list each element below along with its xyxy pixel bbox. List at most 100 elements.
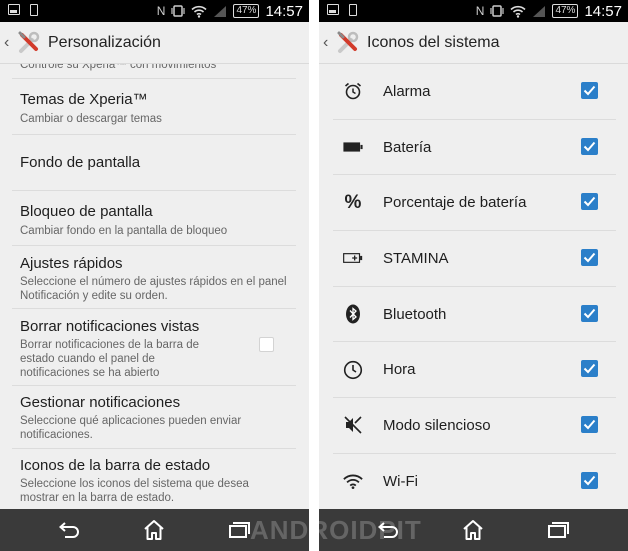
checkmark-icon [583,308,596,319]
image-notification-icon [8,4,20,15]
action-bar: ‹ Iconos del sistema [319,22,628,64]
list-item-subtitle: Seleccione el número de ajustes rápidos … [20,276,287,302]
signal-icon [214,5,227,17]
list-item-subtitle: Borrar notificaciones de la barra de est… [20,339,199,379]
alarm-checkbox[interactable] [581,82,598,99]
screenshot-divider [309,0,319,551]
list-item-subtitle: Seleccione qué aplicaciones pueden envia… [20,415,242,441]
list-item-title: Temas de Xperia™ [20,91,148,108]
list-item-battery[interactable]: Batería [333,120,616,176]
list-item-label: STAMINA [383,249,449,267]
up-chevron-icon[interactable]: ‹ [323,34,333,52]
page-title: Personalización [48,33,161,51]
right-screen: N 47% 14:57 ‹ Iconos del sistema Alarma [319,0,628,551]
clock-icon [343,360,363,380]
list-item-title: Gestionar notificaciones [20,394,181,411]
list-item-silent-mode[interactable]: Modo silencioso [333,398,616,454]
watermark: ANDROIDPIT [250,515,422,545]
list-item-clear-notifications[interactable]: Borrar notificaciones vistas Borrar noti… [12,309,296,386]
wifi-icon [343,472,363,492]
vibrate-icon [171,5,186,17]
home-icon [144,520,164,540]
list-item-title: Borrar notificaciones vistas [20,318,200,335]
list-item-status-bar-icons[interactable]: Iconos de la barra de estado Seleccione … [12,449,296,509]
list-item-subtitle: Controle su Xperia™ con movimientos [20,64,217,71]
percent-icon: % [344,191,362,213]
list-item-subtitle: Cambiar o descargar temas [20,113,162,125]
stamina-icon [343,248,363,268]
stamina-checkbox[interactable] [581,249,598,267]
list-item-xperia-themes[interactable]: Temas de Xperia™ Cambiar o descargar tem… [12,79,296,135]
left-screen: N 47% 14:57 ‹ Personalización Controle s… [0,0,309,551]
wifi-status-icon [191,5,207,18]
list-item-subtitle: Seleccione los iconos del sistema que de… [20,478,249,504]
page-title: Iconos del sistema [367,33,500,51]
nav-back-button[interactable] [56,517,82,543]
battery-status-icon: 47% [233,4,260,18]
list-item-title: Bloqueo de pantalla [20,203,153,220]
action-bar: ‹ Personalización [0,22,309,64]
settings-list: Controle su Xperia™ con movimientos Tema… [12,64,296,509]
list-item-title: Iconos de la barra de estado [20,457,211,474]
list-item-label: Modo silencioso [383,416,491,434]
bluetooth-icon [343,304,363,324]
list-item-time[interactable]: Hora [333,342,616,399]
nfc-icon: N [156,4,166,18]
list-item-battery-percentage[interactable]: % Porcentaje de batería [333,175,616,232]
battery-percentage-checkbox[interactable] [581,193,598,211]
battery-checkbox[interactable] [581,137,598,155]
list-item-title: Fondo de pantalla [20,154,141,171]
checkmark-icon [583,85,596,96]
list-item-bluetooth[interactable]: Bluetooth [333,287,616,343]
up-chevron-icon[interactable]: ‹ [4,34,14,52]
list-item-label: Alarma [383,82,431,100]
list-item-title: Ajustes rápidos [20,255,123,272]
list-item-manage-notifications[interactable]: Gestionar notificaciones Seleccione qué … [12,386,296,449]
list-item-lock-screen[interactable]: Bloqueo de pantalla Cambiar fondo en la … [12,191,296,246]
phone-notification-icon [349,4,357,16]
list-item-stamina[interactable]: STAMINA [333,231,616,287]
image-notification-icon [327,4,339,15]
bluetooth-checkbox[interactable] [581,304,598,322]
list-item-wallpaper[interactable]: Fondo de pantalla [12,135,296,191]
checkmark-icon [583,364,596,374]
status-bar: N 47% 14:57 [319,0,628,22]
vibrate-icon [490,5,505,17]
list-item-partial[interactable]: Controle su Xperia™ con movimientos [12,64,296,79]
recent-apps-icon [548,522,569,538]
list-item-wifi[interactable]: Wi-Fi [333,454,616,510]
nfc-icon: N [475,4,485,18]
checkmark-icon [583,197,596,207]
list-item-alarm[interactable]: Alarma [333,64,616,120]
clear-notifications-checkbox[interactable] [259,337,274,352]
wifi-status-icon [510,5,526,18]
checkmark-icon [583,475,596,486]
silent-mode-icon [343,415,363,435]
nav-recent-apps-button[interactable] [545,517,571,543]
home-icon [463,520,483,540]
list-item-subtitle: Cambiar fondo en la pantalla de bloqueo [20,225,228,237]
phone-notification-icon [30,4,38,16]
checkmark-icon [583,252,596,263]
list-item-label: Porcentaje de batería [383,194,527,212]
list-item-quick-settings[interactable]: Ajustes rápidos Seleccione el número de … [12,246,296,309]
wifi-checkbox[interactable] [581,471,598,489]
nav-recent-apps-button[interactable] [226,517,252,543]
list-item-label: Bluetooth [383,305,447,323]
settings-tools-icon[interactable] [335,30,361,56]
silent-mode-checkbox[interactable] [581,416,598,434]
system-icons-list: Alarma Batería % Porcentaje de batería S… [333,64,616,510]
nav-home-button[interactable] [460,517,486,543]
status-bar: N 47% 14:57 [0,0,309,22]
back-arrow-icon [58,522,79,538]
nav-home-button[interactable] [141,517,167,543]
recent-apps-icon [229,522,250,538]
settings-tools-icon[interactable] [16,30,42,56]
checkmark-icon [583,141,596,152]
list-item-label: Wi-Fi [383,473,418,491]
status-time: 14:57 [584,2,622,20]
time-checkbox[interactable] [581,360,598,378]
battery-status-icon: 47% [552,4,579,18]
status-time: 14:57 [265,2,303,20]
alarm-icon [343,81,363,101]
